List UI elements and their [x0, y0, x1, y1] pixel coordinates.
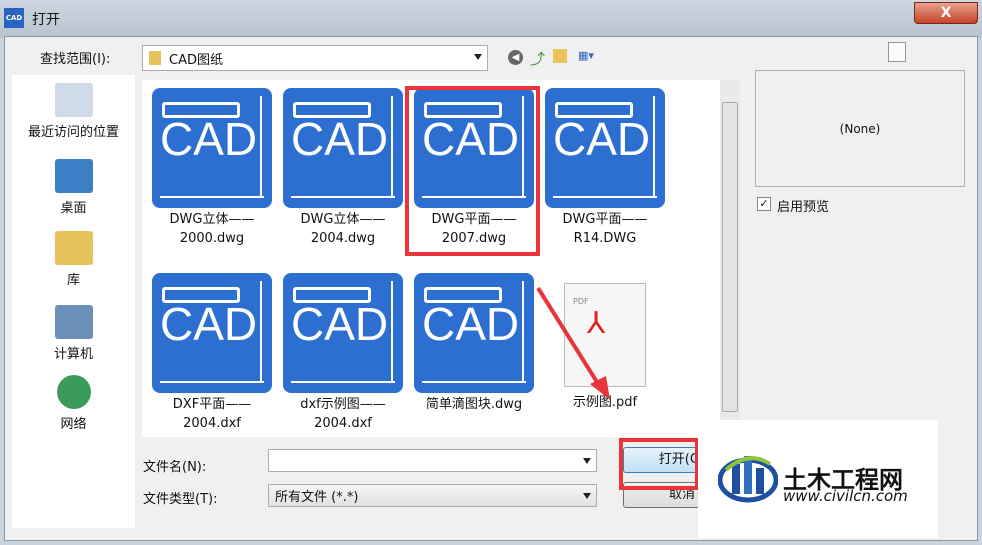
chevron-down-icon — [583, 458, 591, 464]
cad-file-icon: CAD — [152, 88, 272, 208]
file-name-line2: 2000.dwg — [179, 231, 245, 246]
file-name: DWG平面—— — [562, 212, 648, 227]
watermark-logo — [718, 456, 778, 503]
file-name: 简单滴图块.dwg — [425, 397, 523, 412]
place-computer[interactable]: 计算机 — [12, 305, 135, 362]
scrollbar-thumb[interactable] — [722, 102, 738, 412]
preview-pane-icon[interactable] — [888, 42, 906, 62]
network-icon — [56, 375, 91, 409]
cad-file-icon: CAD — [545, 88, 665, 208]
preview-pane: (None) — [755, 70, 965, 187]
preview-checkbox-label: 启用预览 — [777, 200, 830, 215]
title-bar: CAD 打开 X — [0, 0, 982, 38]
place-label: 计算机 — [53, 347, 93, 362]
file-name: DWG立体—— — [300, 212, 386, 227]
cad-file-icon: CAD — [414, 273, 534, 393]
file-name-line2: 2004.dxf — [183, 416, 241, 431]
libraries-icon — [54, 231, 93, 265]
filetype-select[interactable]: 所有文件 (*.*) — [268, 484, 597, 507]
desktop-icon — [54, 159, 93, 193]
new-folder-icon[interactable] — [553, 49, 567, 63]
close-button[interactable]: X — [914, 2, 978, 24]
file-item[interactable]: CAD 简单滴图块.dwg — [412, 273, 536, 414]
file-item[interactable]: CAD dxf示例图—— 2004.dxf — [281, 273, 405, 433]
recent-places-icon — [54, 83, 93, 117]
place-libraries[interactable]: 库 — [12, 231, 135, 288]
place-label: 最近访问的位置 — [27, 125, 119, 140]
file-name-line2: 2004.dxf — [314, 416, 372, 431]
chevron-down-icon — [474, 54, 482, 60]
red-arrow — [536, 286, 610, 400]
app-icon: CAD — [4, 8, 24, 28]
file-name: DXF平面—— — [172, 397, 252, 412]
file-name: dxf示例图—— — [300, 397, 386, 412]
watermark-url: www.civilcn.com — [783, 487, 908, 505]
file-item[interactable]: CAD DWG立体—— 2000.dwg — [150, 88, 274, 248]
preview-text: (None) — [839, 121, 881, 136]
cad-file-icon: CAD — [283, 88, 403, 208]
filename-input[interactable] — [268, 449, 597, 472]
place-recent[interactable]: 最近访问的位置 — [12, 83, 135, 140]
filetype-value: 所有文件 (*.*) — [275, 490, 359, 505]
view-menu-icon[interactable]: ▦▾ — [578, 49, 606, 63]
file-item[interactable]: CAD DWG立体—— 2004.dwg — [281, 88, 405, 248]
window-title: 打开 — [32, 12, 60, 28]
lookin-select[interactable]: CAD图纸 — [142, 45, 488, 71]
file-item[interactable]: CAD DWG平面—— R14.DWG — [543, 88, 667, 248]
file-name: DWG立体—— — [169, 212, 255, 227]
place-network[interactable]: 网络 — [12, 375, 135, 432]
filename-label: 文件名(N): — [143, 460, 207, 475]
highlight-box-file — [405, 86, 540, 256]
file-item[interactable]: CAD DXF平面—— 2004.dxf — [150, 273, 274, 433]
file-name-line2: R14.DWG — [573, 231, 637, 246]
place-desktop[interactable]: 桌面 — [12, 159, 135, 216]
place-label: 库 — [66, 273, 80, 288]
back-icon[interactable]: ◀ — [508, 50, 523, 65]
cad-file-icon: CAD — [152, 273, 272, 393]
place-label: 桌面 — [60, 201, 87, 216]
preview-checkbox[interactable]: ✓ — [757, 197, 771, 211]
file-name-line2: 2004.dwg — [310, 231, 376, 246]
filetype-label: 文件类型(T): — [143, 492, 218, 507]
up-folder-icon[interactable]: ⤴ — [530, 48, 545, 69]
place-label: 网络 — [60, 417, 87, 432]
lookin-label: 查找范围(I): — [40, 52, 111, 67]
highlight-box-open — [619, 438, 699, 490]
cad-file-icon: CAD — [283, 273, 403, 393]
lookin-value: CAD图纸 — [169, 52, 223, 68]
folder-icon — [149, 51, 161, 65]
chevron-down-icon — [583, 493, 591, 499]
places-bar: 最近访问的位置 桌面 库 计算机 网络 — [12, 75, 135, 528]
computer-icon — [54, 305, 93, 339]
watermark: 土木工程网 www.civilcn.com — [698, 420, 938, 538]
